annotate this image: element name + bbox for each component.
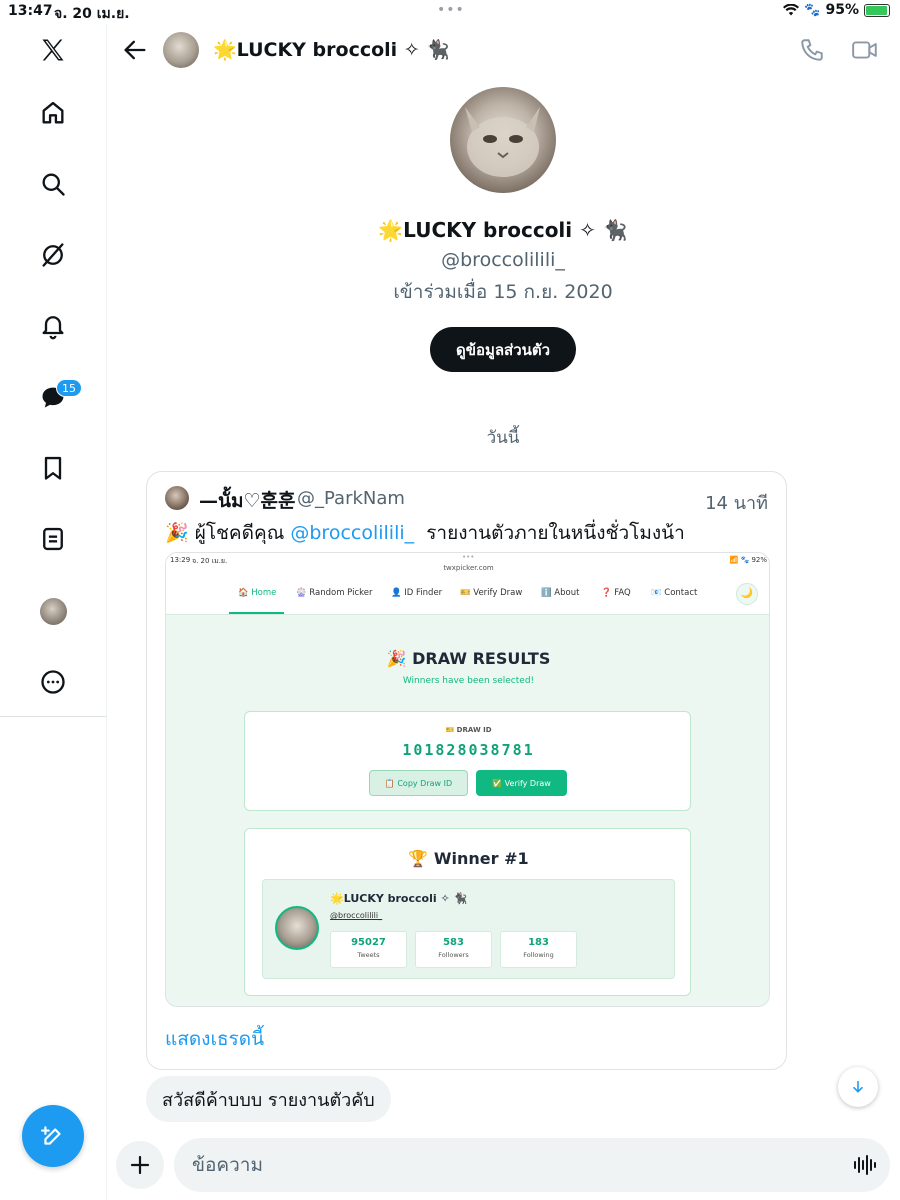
post-timestamp: 14 นาที: [705, 493, 768, 514]
image-status-time: 13:29: [170, 556, 191, 564]
message-bubble[interactable]: สวัสดีค้าบบบ รายงานตัวคับ: [146, 1076, 391, 1122]
status-date: จ. 20 เม.ย.: [54, 6, 130, 22]
post-image[interactable]: 13:29 จ. 20 เม.ย. ••• twxpicker.com 📶 🐾 …: [165, 552, 770, 1007]
cat-photo-icon: [465, 107, 540, 177]
lists-icon[interactable]: [35, 521, 71, 557]
image-winner-handle: @broccolilili_: [330, 911, 383, 920]
image-stat-value: 583: [443, 937, 464, 948]
multitasking-dots-icon[interactable]: •••: [437, 2, 465, 18]
image-battery: 📶 🐾 92%: [729, 556, 767, 564]
message-input[interactable]: [192, 1147, 832, 1183]
search-icon[interactable]: [35, 166, 71, 202]
messages-badge: 15: [56, 379, 82, 397]
image-draw-title: 🎉 DRAW RESULTS: [386, 649, 551, 668]
arrow-down-icon: [853, 1080, 863, 1093]
header-name[interactable]: 🌟LUCKY broccoli ✧ 🐈‍⬛: [213, 38, 450, 61]
phone-icon[interactable]: [799, 37, 825, 63]
voice-message-icon[interactable]: [852, 1153, 876, 1177]
status-bar: 13:47 จ. 20 เม.ย. ••• 🐾 95%: [0, 0, 900, 24]
image-stat-value: 183: [528, 937, 549, 948]
image-draw-id-value: 101828038781: [402, 741, 535, 759]
image-winner-title: 🏆 Winner #1: [408, 849, 529, 868]
image-nav-verify-draw: 🎫 Verify Draw: [460, 588, 523, 598]
paw-icon: 🐾: [804, 2, 821, 18]
scroll-to-bottom-button[interactable]: [838, 1067, 878, 1107]
sidebar-divider: [106, 24, 107, 1200]
image-stat-tweets: 95027 Tweets: [330, 931, 407, 968]
image-stat-following: 183 Following: [500, 931, 577, 968]
show-thread-link[interactable]: แสดงเธรดนี้: [165, 1024, 264, 1054]
message-composer[interactable]: [174, 1138, 890, 1192]
status-time: 13:47: [8, 3, 53, 19]
image-nav-home: 🏠 Home: [238, 588, 277, 598]
post-author-name[interactable]: —นั้ม♡훈훈: [199, 486, 296, 516]
moon-icon: 🌙: [736, 583, 758, 605]
battery-percent: 95%: [825, 2, 859, 18]
post-text-prefix: 🎉 ผู้โชคดีคุณ: [165, 522, 291, 544]
bookmarks-icon[interactable]: [35, 450, 71, 486]
image-winner-box: 🏆 Winner #1 🌟LUCKY broccoli ✧ 🐈‍⬛ @brocc…: [244, 828, 691, 996]
image-nav-about: ℹ️ About: [541, 588, 580, 598]
image-url: twxpicker.com: [443, 564, 494, 572]
video-icon[interactable]: [851, 37, 879, 63]
image-verify-draw-button: ✅ Verify Draw: [476, 770, 567, 796]
image-nav-bar: 🏠 Home 🎡 Random Picker 👤 ID Finder 🎫 Ver…: [166, 575, 769, 615]
home-icon[interactable]: [35, 95, 71, 131]
post-author-handle[interactable]: @_ParkNam: [297, 488, 405, 509]
compose-button[interactable]: [22, 1105, 84, 1167]
image-winner-avatar: [275, 906, 319, 950]
image-winner-card: 🌟LUCKY broccoli ✧ 🐈‍⬛ @broccolilili_ 950…: [262, 879, 675, 979]
image-nav-active-indicator: [229, 612, 284, 614]
image-status-bar: 13:29 จ. 20 เม.ย. ••• twxpicker.com 📶 🐾 …: [166, 553, 769, 575]
post-author-avatar[interactable]: [165, 486, 189, 510]
profile-joined-date: เข้าร่วมเมื่อ 15 ก.ย. 2020: [393, 281, 613, 303]
post-text-suffix: รายงานตัวภายในหนึ่งชั่วโมงน้า: [414, 522, 685, 544]
battery-icon: [864, 3, 890, 17]
image-stat-label: Followers: [438, 951, 469, 959]
x-logo-icon[interactable]: [35, 32, 71, 68]
image-stat-value: 95027: [351, 937, 386, 948]
conversation-header: 🌟LUCKY broccoli ✧ 🐈‍⬛: [107, 24, 900, 76]
image-winner-name: 🌟LUCKY broccoli ✧ 🐈‍⬛: [330, 892, 468, 905]
image-nav-random-picker: 🎡 Random Picker: [296, 588, 373, 598]
notifications-icon[interactable]: [35, 308, 71, 344]
image-dots-icon: •••: [462, 553, 475, 561]
image-nav-faq: ❓ FAQ: [601, 588, 631, 598]
image-draw-subtitle: Winners have been selected!: [402, 676, 535, 686]
header-avatar[interactable]: [163, 32, 199, 68]
more-icon[interactable]: [35, 664, 71, 700]
status-right: 🐾 95%: [783, 2, 890, 18]
profile-handle: @broccolilili_: [441, 249, 565, 271]
sidebar-separator: [0, 716, 107, 717]
profile-name: 🌟LUCKY broccoli ✧ 🐈‍⬛: [378, 218, 628, 242]
wifi-icon: [783, 4, 800, 16]
image-nav-id-finder: 👤 ID Finder: [391, 588, 443, 598]
date-separator: วันนี้: [486, 428, 520, 448]
view-profile-button[interactable]: ดูข้อมูลส่วนตัว: [430, 327, 576, 372]
post-text: 🎉 ผู้โชคดีคุณ @broccolilili_ รายงานตัวภา…: [165, 518, 685, 548]
image-stat-followers: 583 Followers: [415, 931, 492, 968]
image-nav-contact: 📧 Contact: [651, 588, 698, 598]
image-copy-draw-id-button: 📋 Copy Draw ID: [369, 770, 468, 796]
image-battery-percent: 92%: [751, 556, 767, 564]
back-arrow-icon[interactable]: [121, 36, 149, 64]
plus-icon: [130, 1155, 150, 1175]
add-attachment-button[interactable]: [116, 1141, 164, 1189]
compose-icon: [41, 1126, 61, 1145]
image-draw-id-box: 🎫 DRAW ID 101828038781 📋 Copy Draw ID ✅ …: [244, 711, 691, 811]
image-draw-id-label: 🎫 DRAW ID: [445, 726, 492, 734]
post-mention-link[interactable]: @broccolilili_: [290, 522, 414, 544]
image-stat-label: Following: [523, 951, 554, 959]
profile-photo[interactable]: [450, 87, 556, 193]
image-stat-label: Tweets: [357, 951, 380, 959]
profile-avatar[interactable]: [40, 598, 67, 625]
shared-post-card[interactable]: —นั้ม♡훈훈 @_ParkNam 14 นาที 🎉 ผู้โชคดีคุณ…: [146, 471, 787, 1070]
